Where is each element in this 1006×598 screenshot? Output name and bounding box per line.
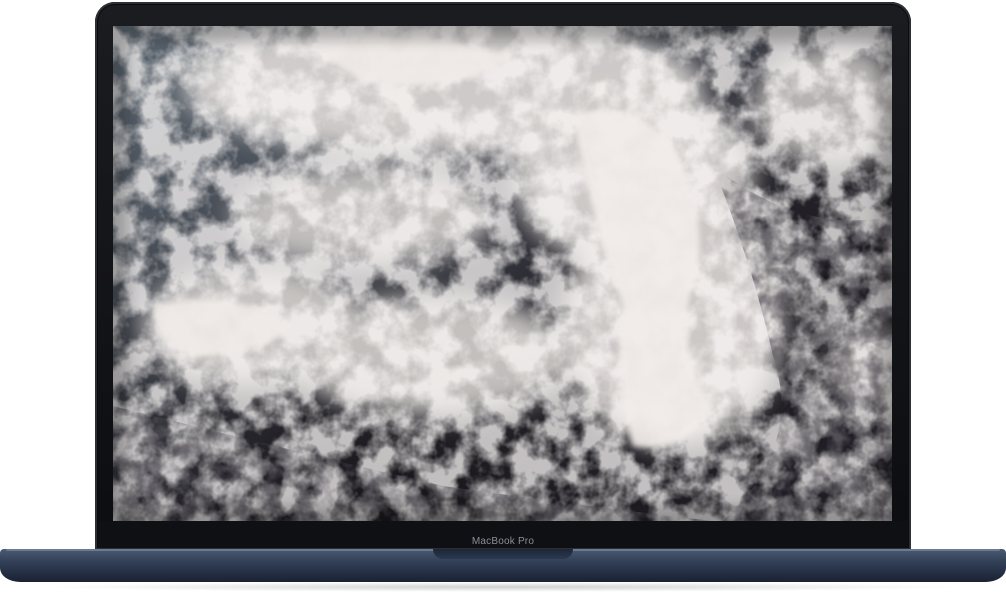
- screen-display: [113, 26, 892, 521]
- laptop-mockup: MacBook Pro: [0, 0, 1006, 598]
- model-label: MacBook Pro: [471, 536, 535, 547]
- device-shadow: [40, 582, 966, 592]
- lid-opening-notch: [433, 549, 573, 559]
- wallpaper-image: [113, 26, 892, 521]
